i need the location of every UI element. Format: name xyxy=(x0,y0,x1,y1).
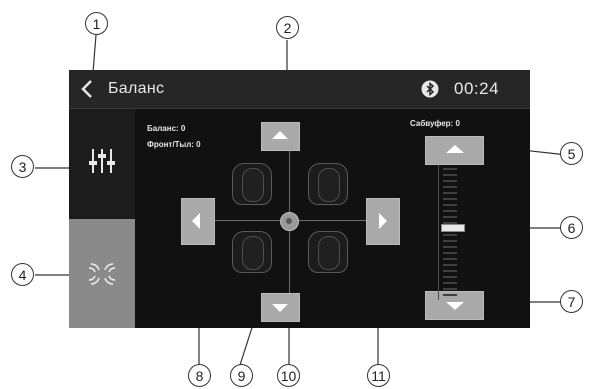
fader-front-button[interactable] xyxy=(261,122,300,151)
bluetooth-icon xyxy=(421,80,439,98)
subwoofer-tick xyxy=(443,192,457,194)
top-bar: Баланс 00:24 xyxy=(69,70,530,109)
subwoofer-tick xyxy=(443,246,457,248)
subwoofer-tick xyxy=(443,210,457,212)
subwoofer-tick xyxy=(443,198,457,200)
callout-5: 5 xyxy=(560,142,583,165)
balance-value: Баланс: 0 xyxy=(147,124,186,133)
subwoofer-tick xyxy=(443,252,457,254)
callout-2: 2 xyxy=(276,16,299,39)
subwoofer-tick xyxy=(443,216,457,218)
page-title: Баланс xyxy=(108,80,165,97)
subwoofer-tick xyxy=(443,258,457,260)
subwoofer-tick xyxy=(443,270,457,272)
speaker-rear-right xyxy=(308,231,348,273)
balance-center-handle[interactable] xyxy=(280,212,299,231)
speaker-front-right xyxy=(308,163,348,205)
subwoofer-tick xyxy=(443,186,457,188)
subwoofer-value: Сабвуфер: 0 xyxy=(410,119,460,128)
subwoofer-tick xyxy=(443,294,457,296)
sidebar-item-equalizer[interactable] xyxy=(69,109,135,215)
subwoofer-tick xyxy=(443,276,457,278)
callout-7: 7 xyxy=(560,290,583,313)
clock: 00:24 xyxy=(454,79,500,98)
callout-1: 1 xyxy=(85,12,108,35)
sidebar xyxy=(69,109,135,328)
fader-rear-button[interactable] xyxy=(261,293,300,322)
subwoofer-tick xyxy=(443,234,457,236)
callout-4: 4 xyxy=(11,263,34,286)
sidebar-item-balance[interactable] xyxy=(69,219,135,328)
balance-icon xyxy=(88,263,116,285)
subwoofer-track-line xyxy=(438,165,439,300)
equalizer-icon xyxy=(89,149,115,173)
callout-10: 10 xyxy=(277,364,300,387)
callout-6: 6 xyxy=(560,216,583,239)
callout-11: 11 xyxy=(367,364,390,387)
subwoofer-tick xyxy=(443,174,457,176)
balance-right-button[interactable] xyxy=(366,198,400,245)
app-screen: Баланс 00:24 Баланс: 0 Фронт/Тыл: 0 Сабв… xyxy=(69,70,530,328)
subwoofer-tick xyxy=(443,168,457,170)
subwoofer-tick xyxy=(443,180,457,182)
speaker-front-left xyxy=(232,163,272,205)
callout-3: 3 xyxy=(11,155,34,178)
subwoofer-slider-handle[interactable] xyxy=(441,224,465,232)
callout-8: 8 xyxy=(188,364,211,387)
subwoofer-tick xyxy=(443,264,457,266)
callout-9: 9 xyxy=(230,364,253,387)
subwoofer-tick xyxy=(443,240,457,242)
subwoofer-tick xyxy=(443,282,457,284)
subwoofer-tick xyxy=(443,204,457,206)
balance-left-button[interactable] xyxy=(181,198,215,245)
chevron-left-icon[interactable] xyxy=(77,78,99,100)
front-rear-value: Фронт/Тыл: 0 xyxy=(147,140,201,149)
speaker-rear-left xyxy=(232,231,272,273)
subwoofer-up-button[interactable] xyxy=(425,136,484,165)
subwoofer-tick xyxy=(443,288,457,290)
